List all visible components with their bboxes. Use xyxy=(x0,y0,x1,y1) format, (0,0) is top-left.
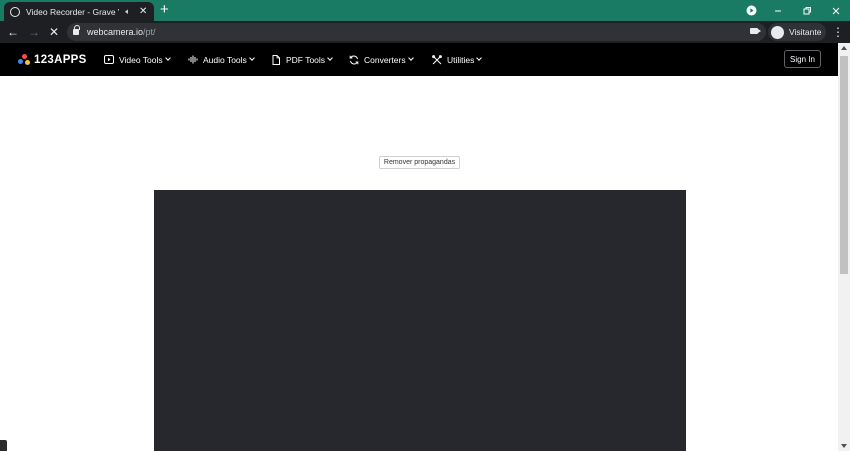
document-icon xyxy=(271,55,281,65)
tab-title: Video Recorder - Grave Vídeo xyxy=(26,6,119,17)
webcam-favicon-icon xyxy=(10,6,20,17)
chevron-down-icon xyxy=(327,55,333,61)
nav-label: Audio Tools xyxy=(203,54,247,65)
lock-icon[interactable] xyxy=(73,25,80,35)
browser-toolbar: ← → ✕ webcamera.io/pt/ Visitante ⋮ xyxy=(0,21,850,43)
sign-in-button[interactable]: Sign In xyxy=(784,50,821,68)
logo-text: 123APPS xyxy=(34,53,87,66)
nav-utilities[interactable]: Utilities xyxy=(432,52,483,67)
browser-tab[interactable]: Video Recorder - Grave Vídeo 🔈︎ ✕ xyxy=(4,2,154,21)
corner-widget[interactable] xyxy=(0,440,7,451)
stop-loading-icon[interactable]: ✕ xyxy=(46,24,62,40)
profile-button[interactable]: Visitante xyxy=(768,23,826,41)
scroll-up-arrow-icon[interactable] xyxy=(841,46,847,50)
chevron-down-icon xyxy=(164,55,171,61)
tools-icon xyxy=(432,55,442,65)
plus-icon[interactable]: + xyxy=(160,2,169,18)
address-bar[interactable]: webcamera.io/pt/ xyxy=(67,23,766,41)
nav-label: PDF Tools xyxy=(286,54,326,65)
nav-label: Utilities xyxy=(447,54,475,65)
close-window-icon[interactable] xyxy=(822,0,850,21)
remove-ads-button[interactable]: Remover propagandas xyxy=(379,156,460,169)
back-arrow-icon[interactable]: ← xyxy=(5,24,21,40)
site-navbar: 123APPS Video Tools Audio Tools PDF Tool… xyxy=(0,43,838,76)
nav-converters[interactable]: Converters xyxy=(349,52,414,67)
nav-pdf-tools[interactable]: PDF Tools xyxy=(271,52,333,67)
nav-label: Converters xyxy=(364,54,406,65)
camera-in-use-icon[interactable] xyxy=(750,28,761,34)
media-control-icon[interactable] xyxy=(737,0,765,21)
url-host: webcamera.io xyxy=(87,27,144,37)
nav-video-tools[interactable]: Video Tools xyxy=(104,52,171,67)
chevron-down-icon xyxy=(248,55,255,61)
restore-icon[interactable] xyxy=(793,0,821,21)
convert-icon xyxy=(349,55,359,65)
webcam-video-area[interactable] xyxy=(154,190,686,451)
browser-tabstrip: Video Recorder - Grave Vídeo 🔈︎ ✕ + xyxy=(0,0,850,21)
waveform-icon xyxy=(188,55,198,64)
nav-label: Video Tools xyxy=(119,54,163,65)
profile-name: Visitante xyxy=(789,27,822,37)
logo[interactable]: 123APPS xyxy=(18,53,87,66)
url-path: /pt/ xyxy=(143,27,156,37)
scrollbar-thumb[interactable] xyxy=(840,56,848,274)
chevron-down-icon xyxy=(476,55,483,61)
kebab-menu-icon[interactable]: ⋮ xyxy=(832,24,844,40)
logo-dots-icon xyxy=(18,53,31,66)
nav-audio-tools[interactable]: Audio Tools xyxy=(188,52,255,67)
avatar-icon xyxy=(771,25,784,39)
page-scrollbar[interactable] xyxy=(838,43,850,451)
minimize-icon[interactable] xyxy=(764,0,792,21)
close-icon[interactable]: ✕ xyxy=(139,6,148,17)
video-icon xyxy=(104,55,114,64)
forward-arrow-icon[interactable]: → xyxy=(26,24,42,40)
scroll-down-arrow-icon[interactable] xyxy=(841,444,847,448)
chevron-down-icon xyxy=(407,55,414,61)
speaker-icon[interactable]: 🔈︎ xyxy=(123,7,132,17)
